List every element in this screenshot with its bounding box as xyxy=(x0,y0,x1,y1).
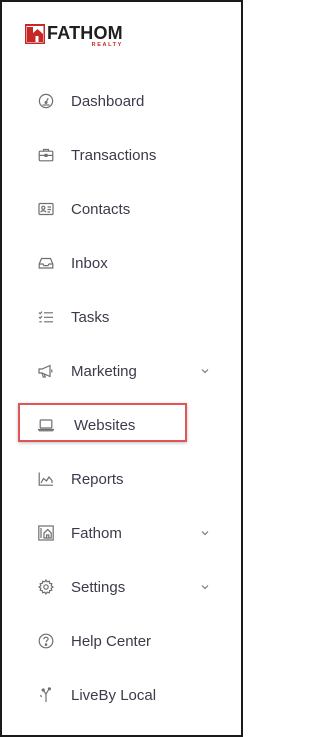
megaphone-icon xyxy=(38,363,54,379)
contact-card-icon xyxy=(38,201,54,217)
sidebar-item-liveby-local[interactable]: LiveBy Local xyxy=(2,668,241,722)
sidebar-item-label: Help Center xyxy=(71,632,152,650)
chevron-down-icon[interactable] xyxy=(200,582,210,592)
fathom-logo-icon xyxy=(24,24,46,45)
sidebar-item-contacts[interactable]: Contacts xyxy=(2,182,241,236)
sidebar-item-label: Transactions xyxy=(71,146,157,164)
sidebar-item-fathom[interactable]: Fathom xyxy=(2,506,241,560)
sidebar-item-label: Contacts xyxy=(71,200,131,218)
sidebar-item-label: Settings xyxy=(71,578,126,596)
sidebar-item-help-center[interactable]: Help Center xyxy=(2,614,241,668)
sidebar-item-label: Websites xyxy=(74,416,136,434)
sidebar-item-dashboard[interactable]: Dashboard xyxy=(2,74,241,128)
sidebar-nav: Dashboard Transactions Contacts Inbox Ta… xyxy=(2,74,241,722)
fathom-building-icon xyxy=(38,525,54,541)
sidebar-item-websites[interactable]: Websites xyxy=(2,398,241,452)
map-pin-icon xyxy=(38,687,54,703)
sidebar-item-marketing[interactable]: Marketing xyxy=(2,344,241,398)
checklist-icon xyxy=(38,309,54,325)
inbox-tray-icon xyxy=(38,255,54,271)
sidebar-item-label: Inbox xyxy=(71,254,108,272)
chevron-down-icon[interactable] xyxy=(200,528,210,538)
briefcase-icon xyxy=(38,147,54,163)
brand-name: FATHOM xyxy=(47,23,123,43)
sidebar-item-label: Marketing xyxy=(71,362,137,380)
brand-subtitle: REALTY xyxy=(91,42,123,48)
gauge-icon xyxy=(38,93,54,109)
gear-icon xyxy=(38,579,54,595)
sidebar-item-label: LiveBy Local xyxy=(71,686,157,704)
brand-logo[interactable]: FATHOM REALTY xyxy=(24,24,123,49)
sidebar-item-label: Dashboard xyxy=(71,92,145,110)
sidebar-item-settings[interactable]: Settings xyxy=(2,560,241,614)
sidebar-item-reports[interactable]: Reports xyxy=(2,452,241,506)
area-chart-icon xyxy=(38,471,54,487)
help-circle-icon xyxy=(38,633,54,649)
sidebar-item-transactions[interactable]: Transactions xyxy=(2,128,241,182)
chevron-down-icon[interactable] xyxy=(200,366,210,376)
sidebar-item-inbox[interactable]: Inbox xyxy=(2,236,241,290)
laptop-icon xyxy=(38,417,54,433)
sidebar-item-label: Tasks xyxy=(71,308,110,326)
sidebar-frame: FATHOM REALTY Dashboard Transactions Con… xyxy=(0,0,243,737)
sidebar-item-label: Fathom xyxy=(71,524,122,542)
brand-wordmark: FATHOM REALTY xyxy=(47,24,123,49)
sidebar-item-label: Reports xyxy=(71,470,124,488)
sidebar-item-tasks[interactable]: Tasks xyxy=(2,290,241,344)
